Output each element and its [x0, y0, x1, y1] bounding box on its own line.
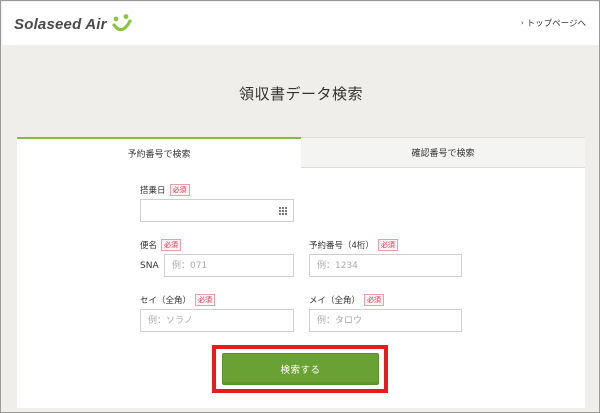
tab-label: 予約番号で検索 — [127, 150, 191, 160]
top-page-link[interactable]: › トップページへ — [521, 17, 586, 29]
flight-number-input[interactable] — [164, 254, 294, 277]
logo-text: Solaseed Air — [14, 15, 107, 33]
required-badge: 必須 — [364, 294, 385, 306]
sei-label-text: セイ（全角） — [140, 296, 192, 306]
required-badge: 必須 — [195, 294, 216, 306]
required-badge: 必須 — [161, 239, 182, 251]
reservation-number-input[interactable] — [309, 254, 462, 277]
required-badge: 必須 — [169, 184, 190, 196]
flight-name-label-text: 便名 — [140, 241, 158, 251]
tab-label: 確認番号で検索 — [411, 149, 475, 159]
search-submit-button[interactable]: 検索する — [222, 353, 379, 385]
reservation-number-label: 予約番号（4桁） 必須 — [309, 239, 398, 251]
mei-input[interactable] — [309, 309, 462, 332]
chevron-right-icon: › — [520, 19, 524, 27]
site-header: Solaseed Air › トップページへ — [2, 2, 599, 45]
page-title: 領収書データ検索 — [238, 85, 363, 103]
site-logo[interactable]: Solaseed Air — [14, 14, 133, 34]
tab-reservation-number[interactable]: 予約番号で検索 — [17, 137, 301, 168]
top-page-link-label: トップページへ — [526, 19, 586, 29]
calendar-icon[interactable] — [279, 207, 287, 215]
mei-label: メイ（全角） 必須 — [309, 294, 385, 306]
browser-frame: Solaseed Air › トップページへ 領収書データ検索 予約番号で検索 … — [0, 0, 600, 413]
flight-name-label: 便名 必須 — [140, 239, 182, 251]
mei-label-text: メイ（全角） — [309, 296, 361, 306]
tab-confirmation-number[interactable]: 確認番号で検索 — [301, 137, 585, 168]
flight-prefix: SNA — [140, 261, 159, 271]
logo-mark-icon — [112, 14, 132, 32]
sei-input[interactable] — [140, 309, 294, 332]
boarding-date-label: 搭乗日 必須 — [140, 184, 190, 196]
search-tabs: 予約番号で検索 確認番号で検索 — [17, 137, 585, 168]
boarding-date-label-text: 搭乗日 — [140, 186, 166, 196]
required-badge: 必須 — [377, 239, 398, 251]
reservation-number-label-text: 予約番号（4桁） — [309, 241, 374, 251]
boarding-date-input[interactable] — [140, 199, 294, 222]
sei-label: セイ（全角） 必須 — [140, 294, 216, 306]
